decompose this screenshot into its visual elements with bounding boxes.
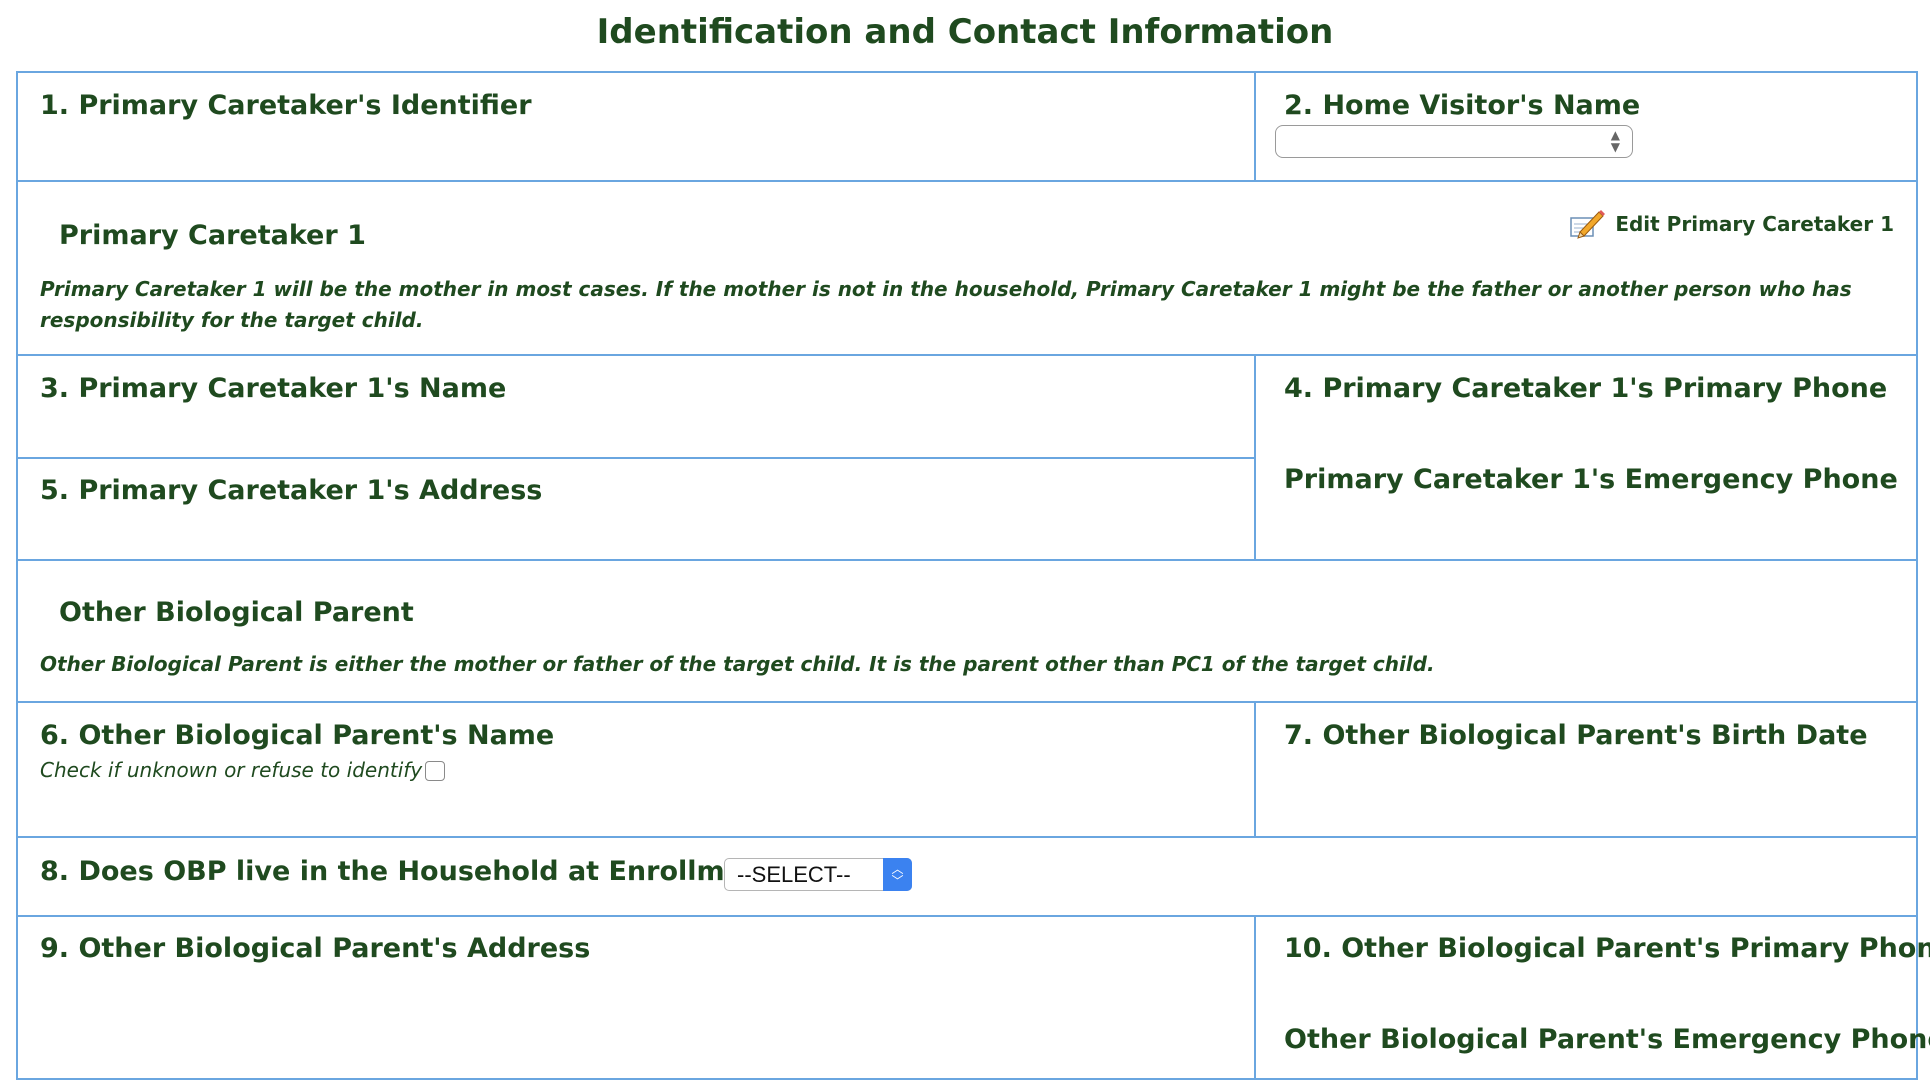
home-visitor-select[interactable]: ▲ ▼ xyxy=(1275,125,1633,158)
q10-label: 10. Other Biological Parent's Primary Ph… xyxy=(1284,933,1930,964)
obp-note: Other Biological Parent is either the mo… xyxy=(40,652,1435,676)
q2-label: 2. Home Visitor's Name xyxy=(1284,90,1641,121)
obp-section: Other Biological Parent Other Biological… xyxy=(16,559,1918,703)
q7-label: 7. Other Biological Parent's Birth Date xyxy=(1284,720,1868,751)
q3-label: 3. Primary Caretaker 1's Name xyxy=(40,373,507,404)
obp-heading: Other Biological Parent xyxy=(59,597,414,628)
column-divider xyxy=(1254,703,1256,836)
pc1-details-row: 3. Primary Caretaker 1's Name 5. Primary… xyxy=(16,354,1918,561)
row-divider xyxy=(18,457,1254,459)
unknown-checkbox[interactable] xyxy=(425,761,445,781)
select-chevron-icon: ︿ ﹀ xyxy=(883,858,912,891)
edit-pc1-label: Edit Primary Caretaker 1 xyxy=(1615,212,1894,236)
edit-pc1-link[interactable]: Edit Primary Caretaker 1 xyxy=(1569,208,1894,240)
column-divider xyxy=(1254,73,1256,180)
q10-emergency-label: Other Biological Parent's Emergency Phon… xyxy=(1284,1024,1930,1055)
obp-address-phone-row: 9. Other Biological Parent's Address 10.… xyxy=(16,915,1930,1080)
pc1-note: Primary Caretaker 1 will be the mother i… xyxy=(40,277,1852,332)
q9-label: 9. Other Biological Parent's Address xyxy=(40,933,591,964)
obp-name-birth-row: 6. Other Biological Parent's Name Check … xyxy=(16,701,1918,838)
column-divider xyxy=(1254,356,1256,559)
q6-label: 6. Other Biological Parent's Name xyxy=(40,720,555,751)
page-title: Identification and Contact Information xyxy=(596,12,1334,52)
edit-pencil-icon xyxy=(1570,210,1606,239)
q6-checkbox-label: Check if unknown or refuse to identify xyxy=(40,758,423,782)
q5-label: 5. Primary Caretaker 1's Address xyxy=(40,475,543,506)
column-divider xyxy=(1254,917,1256,1078)
q8-label: 8. Does OBP live in the Household at Enr… xyxy=(40,856,791,887)
q4-emergency-label: Primary Caretaker 1's Emergency Phone xyxy=(1284,464,1898,495)
pc1-section: Primary Caretaker 1 Edit Primary Caretak… xyxy=(16,180,1918,356)
q1-label: 1. Primary Caretaker's Identifier xyxy=(40,90,532,121)
row-identifier-home-visitor: 1. Primary Caretaker's Identifier 2. Hom… xyxy=(16,71,1918,182)
obp-household-select[interactable]: --SELECT-- ︿ ﹀ xyxy=(724,858,912,891)
obp-household-selected: --SELECT-- xyxy=(737,861,851,887)
identification-form-page: Identification and Contact Information 1… xyxy=(0,0,1930,1090)
updown-arrows-icon: ▲ ▼ xyxy=(1610,128,1620,154)
obp-household-row: 8. Does OBP live in the Household at Enr… xyxy=(16,836,1918,917)
pc1-heading: Primary Caretaker 1 xyxy=(59,220,366,251)
q4-label: 4. Primary Caretaker 1's Primary Phone xyxy=(1284,373,1888,404)
